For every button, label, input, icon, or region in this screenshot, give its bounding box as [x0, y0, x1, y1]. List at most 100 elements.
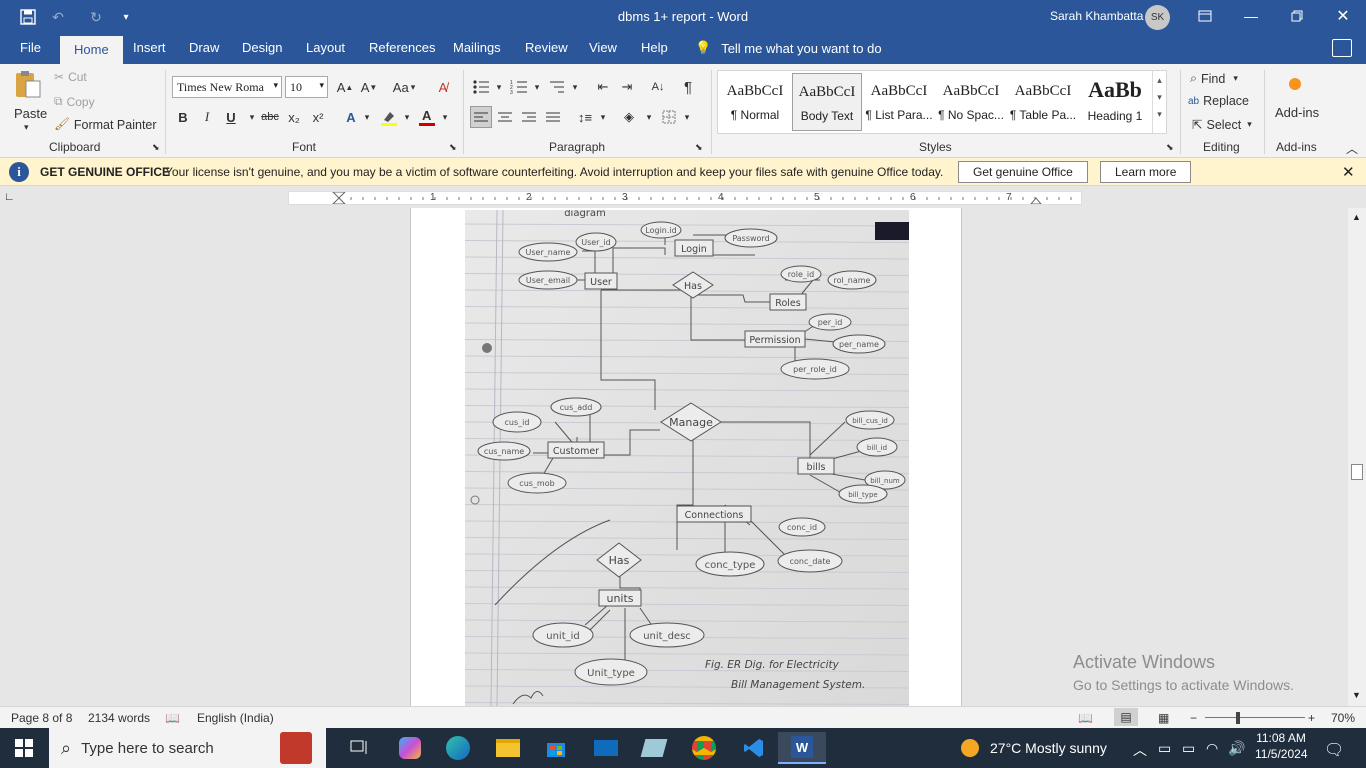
font-launcher-icon[interactable]: ⬊ — [449, 142, 457, 153]
redo-icon[interactable]: ↻ — [86, 7, 106, 27]
scrollbar-thumb[interactable] — [1351, 464, 1363, 480]
style-no-spacing[interactable]: AaBbCcI ¶ No Spac... — [936, 73, 1006, 131]
page-count[interactable]: Page 8 of 8 — [11, 711, 72, 725]
scroll-up-icon[interactable]: ▲ — [1352, 212, 1361, 222]
weather-text[interactable]: 27°C Mostly sunny — [990, 740, 1107, 756]
customize-quick-access-icon[interactable]: ▾ — [116, 7, 136, 27]
windows-start-icon[interactable] — [0, 732, 48, 764]
volume-icon[interactable]: 🔊 — [1228, 740, 1245, 757]
mail-icon[interactable] — [582, 732, 630, 764]
clock[interactable]: 11:08 AM 11/5/2024 — [1255, 731, 1308, 761]
horizontal-ruler[interactable]: 1 2 3 4 5 6 7 — [288, 191, 1082, 205]
copy-button[interactable]: ⧉ Copy — [54, 94, 95, 109]
grow-font-icon[interactable]: A ▲ — [334, 76, 356, 98]
battery-icon[interactable]: ▭ — [1182, 740, 1195, 757]
undo-icon[interactable]: ↶ — [48, 7, 68, 27]
add-ins-button[interactable]: Add-ins — [1275, 105, 1319, 120]
tab-draw[interactable]: Draw — [185, 40, 223, 55]
tab-layout[interactable]: Layout — [302, 40, 349, 55]
zoom-level[interactable]: 70% — [1331, 711, 1355, 725]
more-styles-icon[interactable]: ▾ — [1153, 109, 1166, 120]
chrome-icon[interactable] — [680, 732, 728, 764]
tab-mailings[interactable]: Mailings — [449, 40, 505, 55]
paste-dropdown-icon[interactable]: ▾ — [24, 122, 29, 133]
style-table-paragraph[interactable]: AaBbCcI ¶ Table Pa... — [1008, 73, 1078, 131]
style-body-text[interactable]: AaBbCcI Body Text — [792, 73, 862, 131]
strikethrough-button[interactable]: abc — [259, 106, 281, 128]
zoom-slider[interactable] — [1205, 717, 1305, 718]
superscript-button[interactable]: x² — [307, 106, 329, 128]
format-painter-button[interactable]: 🖌 Format Painter — [54, 117, 157, 132]
tab-home[interactable]: Home — [60, 36, 123, 64]
file-explorer-icon[interactable] — [484, 732, 532, 764]
paste-button[interactable]: Paste — [14, 106, 47, 121]
tab-view[interactable]: View — [585, 40, 621, 55]
language[interactable]: English (India) — [197, 711, 274, 725]
chevron-up-icon[interactable]: ︿ — [1133, 740, 1147, 760]
chevron-down-icon[interactable]: ▾ — [592, 106, 614, 128]
show-formatting-marks-icon[interactable]: ¶ — [677, 76, 699, 98]
select-button[interactable]: ⇱ Select ▾ — [1192, 117, 1252, 133]
chevron-down-icon[interactable]: ▾ — [488, 76, 510, 98]
subscript-button[interactable]: x₂ — [283, 106, 305, 128]
task-view-icon[interactable] — [336, 732, 384, 764]
wifi-icon[interactable]: ◠ — [1206, 740, 1218, 757]
sort-icon[interactable]: A↓ — [647, 76, 669, 98]
increase-indent-icon[interactable]: ⇥ — [616, 76, 638, 98]
clear-formatting-icon[interactable]: A̸ — [432, 76, 454, 98]
align-left-icon[interactable] — [470, 106, 492, 128]
avatar[interactable]: SK — [1145, 5, 1170, 30]
document-page[interactable]: diagram Login User Roles Permission Cust… — [410, 208, 962, 706]
change-case-button[interactable]: Aa ▾ — [389, 76, 419, 98]
zoom-slider-thumb[interactable] — [1236, 712, 1240, 724]
chevron-down-icon[interactable]: ▾ — [564, 76, 586, 98]
style-list-paragraph[interactable]: AaBbCcI ¶ List Para... — [864, 73, 934, 131]
learn-more-button[interactable]: Learn more — [1100, 161, 1192, 183]
print-layout-icon[interactable]: ▤ — [1114, 708, 1138, 726]
styles-scroll[interactable]: ▴ ▾ ▾ — [1152, 71, 1166, 133]
chevron-down-icon[interactable]: ▾ — [396, 106, 418, 128]
minimize-icon[interactable]: — — [1228, 0, 1274, 32]
collapse-ribbon-icon[interactable]: ︿ — [1346, 140, 1358, 157]
image-viewer-icon[interactable] — [630, 732, 678, 764]
tab-help[interactable]: Help — [637, 40, 672, 55]
chevron-up-icon[interactable]: ▴ — [1153, 75, 1166, 86]
vertical-scrollbar[interactable]: ▲ ▼ — [1348, 208, 1366, 706]
tab-selector-icon[interactable]: ∟ — [4, 191, 18, 205]
web-layout-icon[interactable]: ▦ — [1158, 711, 1169, 725]
tab-file[interactable]: File — [16, 40, 45, 55]
font-name-combobox[interactable]: Times New Roma ▾ — [172, 76, 282, 98]
chevron-down-icon[interactable]: ▾ — [356, 106, 378, 128]
align-center-icon[interactable] — [494, 106, 516, 128]
justify-icon[interactable] — [542, 106, 564, 128]
read-mode-icon[interactable]: 📖 — [1078, 711, 1093, 725]
paragraph-launcher-icon[interactable]: ⬊ — [695, 142, 703, 153]
ribbon-display-options-icon[interactable] — [1182, 0, 1228, 32]
underline-button[interactable]: U — [220, 106, 242, 128]
chevron-down-icon[interactable]: ▾ — [1153, 92, 1166, 103]
get-genuine-office-button[interactable]: Get genuine Office — [958, 161, 1088, 183]
font-size-combobox[interactable]: 10 ▾ — [285, 76, 328, 98]
chevron-down-icon[interactable]: ▾ — [638, 106, 660, 128]
vscode-icon[interactable] — [730, 732, 778, 764]
comments-icon[interactable] — [1332, 39, 1352, 57]
styles-launcher-icon[interactable]: ⬊ — [1166, 142, 1174, 153]
document-canvas[interactable]: diagram Login User Roles Permission Cust… — [0, 208, 1348, 706]
chevron-down-icon[interactable]: ▾ — [434, 106, 456, 128]
shrink-font-icon[interactable]: A ▼ — [358, 76, 380, 98]
taskbar-search[interactable]: ⌕ Type here to search — [49, 728, 326, 768]
chevron-down-icon[interactable]: ▾ — [526, 76, 548, 98]
zoom-out-icon[interactable]: − — [1190, 711, 1197, 725]
style-heading-1[interactable]: AaBb Heading 1 — [1080, 73, 1150, 131]
italic-button[interactable]: I — [196, 106, 218, 128]
proofing-icon[interactable]: 📖 — [165, 711, 180, 725]
notifications-icon[interactable]: 🗨 — [1324, 740, 1344, 760]
edge-icon[interactable] — [434, 732, 482, 764]
scroll-down-icon[interactable]: ▼ — [1352, 690, 1361, 700]
close-icon[interactable]: ✕ — [1320, 0, 1366, 32]
chevron-down-icon[interactable]: ▾ — [676, 106, 698, 128]
zoom-in-icon[interactable]: + — [1308, 711, 1315, 725]
find-button[interactable]: ⌕ Find ▾ — [1190, 71, 1238, 86]
tab-insert[interactable]: Insert — [129, 40, 170, 55]
save-icon[interactable] — [18, 7, 38, 27]
